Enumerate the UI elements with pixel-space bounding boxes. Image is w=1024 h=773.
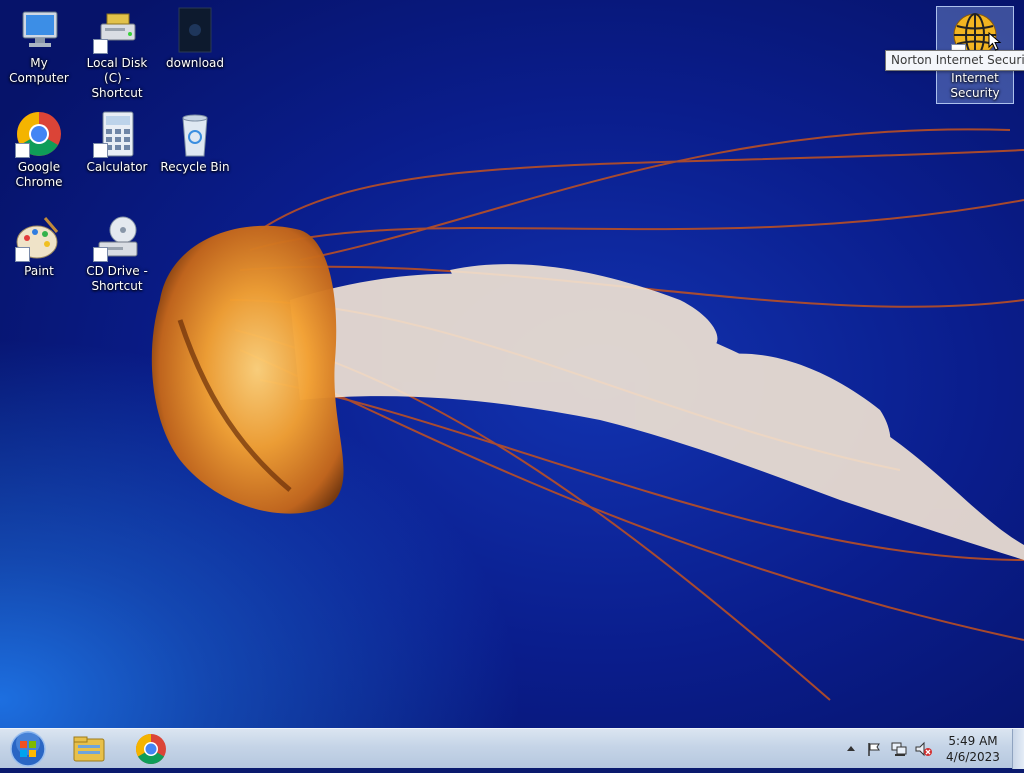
action-center-flag-icon[interactable] [866, 741, 882, 757]
volume-muted-icon[interactable] [915, 741, 932, 757]
mouse-cursor-icon [988, 32, 1002, 51]
icon-label: Internet Security [950, 71, 1000, 100]
shortcut-arrow-icon [15, 247, 30, 262]
tooltip: Norton Internet Security [885, 50, 1024, 71]
desktop-icon-calculator[interactable]: Calculator [78, 106, 156, 202]
desktop-icon-cd-drive-shortcut[interactable]: CD Drive - Shortcut [78, 210, 156, 306]
windows-explorer-icon [73, 736, 105, 762]
calculator-icon [93, 110, 141, 158]
icon-label: CD Drive - Shortcut [86, 264, 148, 293]
computer-icon [15, 6, 63, 54]
paint-palette-icon [15, 214, 63, 262]
taskbar: 5:49 AM 4/6/2023 [0, 728, 1024, 769]
shortcut-arrow-icon [93, 143, 108, 158]
icon-label: Google Chrome [15, 160, 63, 189]
cd-drive-icon [93, 214, 141, 262]
icon-label: Recycle Bin [160, 160, 230, 174]
shortcut-arrow-icon [93, 247, 108, 262]
desktop-icon-local-disk-shortcut[interactable]: Local Disk (C) - Shortcut [78, 2, 156, 100]
hard-drive-icon [93, 6, 141, 54]
shortcut-arrow-icon [93, 39, 108, 54]
icon-label: Paint [24, 264, 54, 278]
image-thumbnail-icon [171, 6, 219, 54]
show-hidden-icons-button[interactable] [845, 741, 861, 757]
windows-orb-icon [10, 731, 46, 767]
icon-label: Local Disk (C) - Shortcut [86, 56, 148, 100]
icon-label: Calculator [86, 160, 148, 174]
recycle-bin-icon [171, 110, 219, 158]
desktop-icon-download[interactable]: download [156, 2, 234, 98]
icon-label: My Computer [9, 56, 69, 85]
clock-date: 4/6/2023 [946, 750, 1000, 764]
desktop-icon-my-computer[interactable]: My Computer [0, 2, 78, 98]
desktop-icon-google-chrome[interactable]: Google Chrome [0, 106, 78, 202]
start-button[interactable] [2, 729, 52, 769]
taskbar-windows-explorer-button[interactable] [60, 729, 118, 769]
icon-label: download [165, 56, 225, 70]
google-chrome-icon [15, 110, 63, 158]
taskbar-google-chrome-button[interactable] [122, 729, 180, 769]
desktop[interactable]: My Computer Local Disk (C) - Shortcut do… [0, 0, 1024, 728]
show-desktop-button[interactable] [1012, 729, 1024, 769]
clock-time: 5:49 AM [948, 734, 998, 748]
shortcut-arrow-icon [15, 143, 30, 158]
system-clock[interactable]: 5:49 AM 4/6/2023 [944, 733, 1002, 765]
desktop-icon-paint[interactable]: Paint [0, 210, 78, 306]
desktop-icon-recycle-bin[interactable]: Recycle Bin [156, 106, 234, 202]
google-chrome-icon [135, 734, 166, 765]
network-icon[interactable] [891, 741, 907, 757]
